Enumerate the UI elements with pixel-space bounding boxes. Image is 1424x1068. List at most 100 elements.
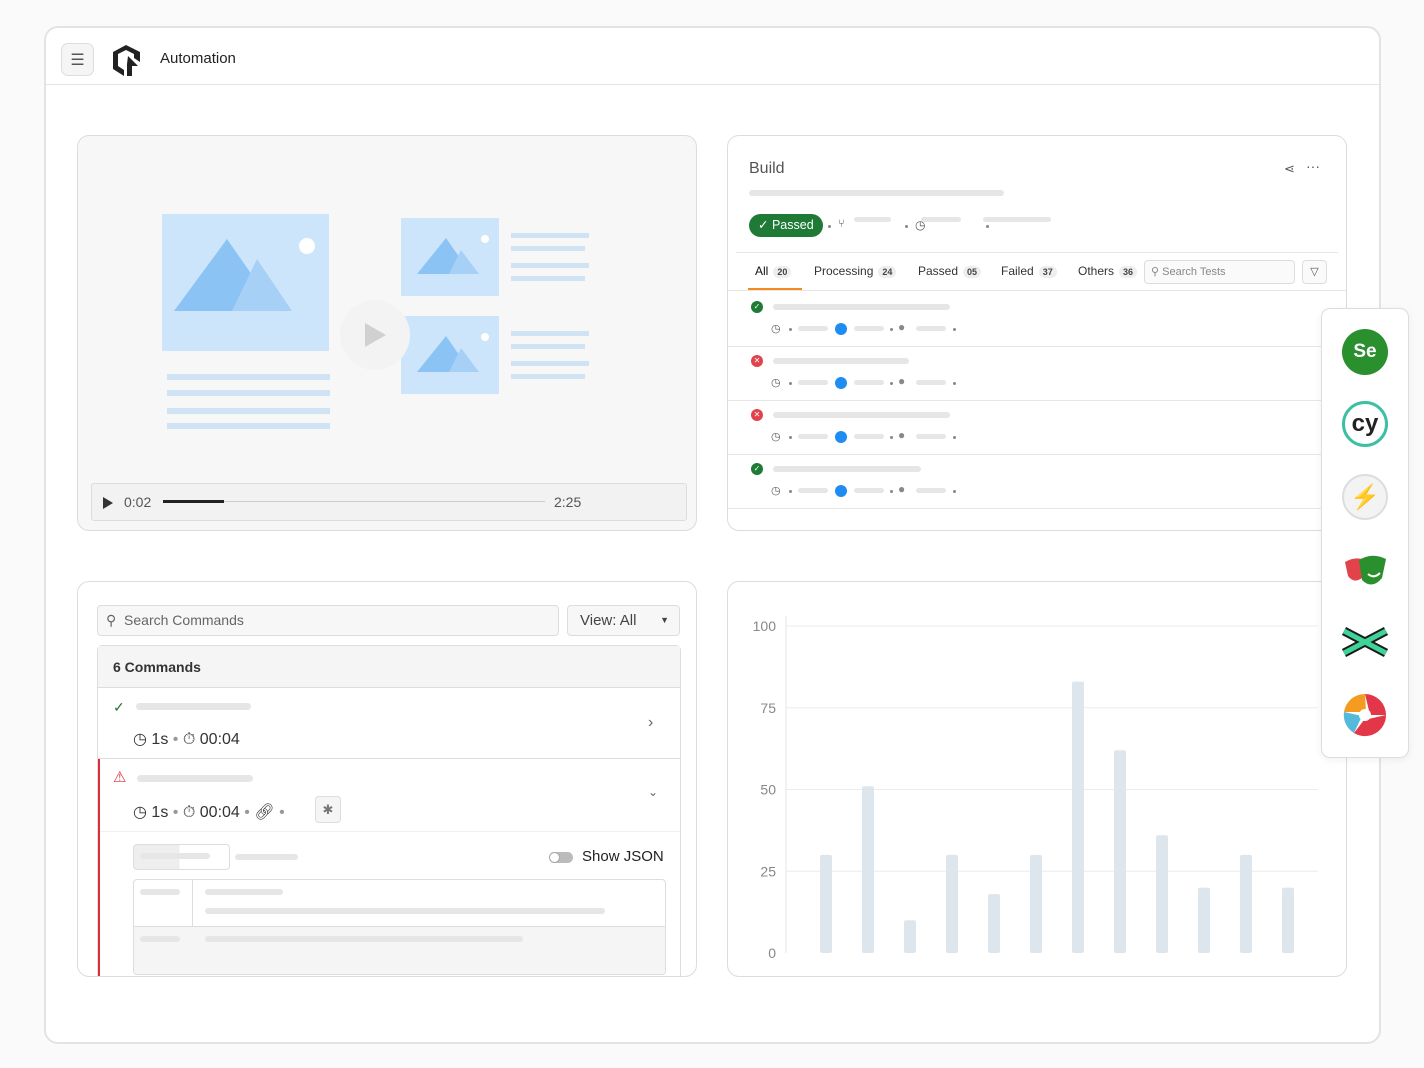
bar [862,786,874,953]
command-row[interactable]: ✓ ◷ 1s • ⏱ 00:04 › [98,688,680,759]
warning-icon: ⚠ [113,769,127,786]
bar [1282,887,1294,953]
tools-sidebar: Se cy ⚡ [1321,308,1409,758]
filter-icon: ▽ [1310,266,1319,278]
bar [946,854,958,953]
commands-count: 6 Commands [98,646,680,688]
video-panel: 0:02 2:25 [77,135,697,531]
play-icon[interactable] [102,496,114,510]
clock-icon: ◷ [771,431,781,443]
k6-lightning-icon[interactable]: ⚡ [1342,474,1388,520]
bug-icon: ✱ [322,802,334,817]
duration: 2:25 [554,494,582,510]
passed-status-icon: ✓ [751,301,763,313]
commands-panel: ⚲ Search Commands View: All ▼ 6 Commands … [77,581,697,977]
cypress-icon[interactable]: cy [1342,401,1388,447]
y-tick-label: 50 [760,782,776,798]
play-icon [365,323,386,347]
menu-button[interactable]: ☰ [61,43,94,76]
tab-passed[interactable]: Passed 05 [918,264,982,278]
search-icon: ⚲ [106,612,117,628]
y-tick-label: 75 [760,700,776,716]
image-placeholder [162,214,329,351]
header: ☰ Automation [46,28,1379,85]
build-title: Build [749,160,785,177]
apple-icon: ● [898,320,906,334]
json-table [133,879,666,975]
bar [1114,750,1126,953]
caret-down-icon: ▼ [660,615,669,625]
y-tick-label: 25 [760,863,776,879]
clock-icon: ◷ [133,731,147,748]
status-badge: ✓ Passed [749,214,823,237]
test-row[interactable]: ✕ ◷ ● [728,401,1346,455]
test-row[interactable]: ✓ ◷ ● [728,293,1346,347]
apple-icon: ● [898,482,906,496]
filter-button[interactable]: ▽ [1302,260,1327,284]
share-icon[interactable]: ⋖ [1284,161,1295,177]
tab-all[interactable]: All 20 [755,264,792,278]
more-icon[interactable]: ··· [1306,158,1320,174]
play-overlay-button[interactable] [340,300,410,370]
clock-icon: ◷ [133,804,147,821]
app-title: Automation [160,50,236,67]
tab-others[interactable]: Others 36 [1078,264,1138,278]
bar [820,854,832,953]
chevron-down-icon[interactable]: ⌄ [648,785,658,799]
status-label: Passed [771,218,814,232]
failed-status-icon: ✕ [751,355,763,367]
current-time: 0:02 [124,494,152,510]
bar [904,920,916,953]
build-panel: Build ⋖ ··· ✓ Passed ⑂ ◷ All 20 Processin… [727,135,1347,531]
search-icon: ⚲ [1151,266,1160,278]
clock-icon: ◷ [771,485,781,497]
view-dropdown[interactable]: View: All ▼ [567,605,680,636]
link-icon[interactable]: 🔗︎ [254,804,274,821]
check-icon: ✓ [113,699,125,715]
selenium-icon[interactable]: Se [1342,329,1388,375]
bar [1198,887,1210,953]
bar [1156,835,1168,953]
hamburger-icon: ☰ [70,51,85,69]
apple-icon: ● [898,428,906,442]
show-json-toggle[interactable] [549,852,573,863]
bar [1030,854,1042,953]
test-row[interactable]: ✕ ◷ ● [728,347,1346,401]
playwright-icon[interactable] [1342,547,1388,593]
safari-icon [835,431,847,443]
clock-icon: ◷ [771,377,781,389]
espresso-icon[interactable] [1342,692,1388,738]
tab-failed[interactable]: Failed 37 [1001,264,1057,278]
bar [1072,681,1084,953]
seek-bar[interactable] [163,500,545,503]
video-controls: 0:02 2:25 [91,483,687,521]
image-icon [174,238,315,311]
search-commands-input[interactable]: ⚲ Search Commands [97,605,559,636]
timer-icon: ⏱ [182,804,196,821]
timer-icon: ⏱ [182,731,196,748]
show-json-label: Show JSON [582,848,664,865]
image-placeholder [401,218,499,296]
search-tests-input[interactable]: ⚲ Search Tests [1144,260,1295,284]
chart-panel: 0 25 50 75 100 [727,581,1347,977]
image-placeholder [401,316,499,394]
segmented-toggle[interactable] [133,844,230,870]
safari-icon [835,323,847,335]
test-row[interactable]: ✓ ◷ ● [728,455,1346,509]
failed-status-icon: ✕ [751,409,763,421]
passed-status-icon: ✓ [751,463,763,475]
command-row-expanded[interactable]: ⚠ ◷ 1s • ⏱ 00:04 • 🔗︎ • ✱ ⌄ Show JSON [98,759,680,976]
bar-chart: 0 25 50 75 100 [753,616,1318,961]
y-tick-label: 0 [768,945,776,961]
debug-button[interactable]: ✱ [315,796,341,823]
branch-icon: ⑂ [838,218,845,230]
apple-icon: ● [898,374,906,388]
clock-icon: ◷ [771,323,781,335]
xcuitest-icon[interactable] [1342,619,1388,665]
safari-icon [835,377,847,389]
safari-icon [835,485,847,497]
tab-processing[interactable]: Processing 24 [814,264,897,278]
bar [1240,854,1252,953]
chevron-right-icon[interactable]: › [648,714,653,732]
bar [988,894,1000,953]
